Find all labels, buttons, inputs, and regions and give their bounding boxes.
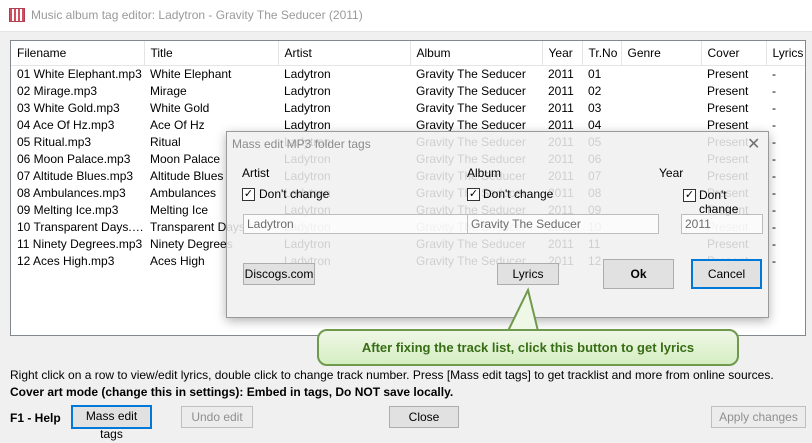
cell-lyrics: -: [772, 236, 776, 251]
cancel-button[interactable]: Cancel: [691, 259, 762, 289]
cell-artist: Ladytron: [284, 83, 331, 98]
cell-filename: 08 Ambulances.mp3: [17, 185, 126, 200]
cell-year: 2011: [548, 66, 574, 81]
cell-filename: 09 Melting Ice.mp3: [17, 202, 119, 217]
window-title: Music album tag editor: Ladytron - Gravi…: [31, 8, 363, 22]
cell-filename: 03 White Gold.mp3: [17, 100, 120, 115]
cell-year: 2011: [548, 100, 574, 115]
artist-input[interactable]: Ladytron: [243, 214, 468, 234]
cell-track-number: 03: [588, 100, 602, 115]
apply-changes-button[interactable]: Apply changes: [711, 406, 806, 428]
cell-lyrics: -: [772, 202, 776, 217]
column-header-title[interactable]: Title: [144, 41, 279, 66]
cell-title: White Gold: [150, 100, 210, 115]
cell-filename: 11 Ninety Degrees.mp3: [17, 236, 143, 251]
status-hint: Right click on a row to view/edit lyrics…: [10, 368, 774, 382]
cell-lyrics: -: [772, 185, 776, 200]
cell-filename: 01 White Elephant.mp3: [17, 66, 142, 81]
ok-button[interactable]: Ok: [603, 259, 674, 289]
cell-cover: Present: [707, 83, 749, 98]
cell-filename: 07 Altitude Blues.mp3: [17, 168, 134, 183]
cell-cover: Present: [707, 100, 749, 115]
table-row[interactable]: 01 White Elephant.mp3 White Elephant Ladyt…: [11, 65, 805, 83]
cell-track-number: 02: [588, 83, 602, 98]
mass-edit-dialog: Mass edit MP3 folder tags ✕ Artist Album…: [226, 131, 769, 318]
column-header-artist[interactable]: Artist: [278, 41, 411, 66]
cell-album: Gravity The Seducer: [416, 83, 526, 98]
year-input[interactable]: 2011: [681, 214, 763, 234]
artist-label: Artist: [242, 166, 270, 180]
cell-filename: 02 Mirage.mp3: [17, 83, 98, 98]
column-header-genre[interactable]: Genre: [621, 41, 702, 66]
column-header-track-number[interactable]: Tr.No: [582, 41, 622, 66]
column-header-filename[interactable]: Filename: [11, 41, 145, 66]
year-dont-change-checkbox[interactable]: ✓: [683, 189, 696, 202]
undo-edit-button[interactable]: Undo edit: [181, 406, 253, 428]
cell-lyrics: -: [772, 100, 776, 115]
table-row[interactable]: 03 White Gold.mp3 White Gold Ladytron Gravi…: [11, 100, 805, 117]
column-header-album[interactable]: Album: [410, 41, 543, 66]
cell-album: Gravity The Seducer: [416, 100, 526, 115]
table-row[interactable]: 02 Mirage.mp3 Mirage Ladytron Gravity The S…: [11, 83, 805, 100]
lyrics-button[interactable]: Lyrics: [497, 263, 559, 285]
artist-dont-change-label: Don't change: [259, 187, 330, 201]
help-label: F1 - Help: [10, 411, 61, 425]
cell-lyrics: -: [772, 117, 776, 132]
cell-filename: 04 Ace Of Hz.mp3: [17, 117, 115, 132]
cell-lyrics: -: [772, 134, 776, 149]
discogs-button[interactable]: Discogs.com: [243, 263, 315, 285]
cell-title: White Elephant: [150, 66, 232, 81]
cell-lyrics: -: [772, 66, 776, 81]
cell-genre: [621, 65, 701, 83]
cell-filename: 12 Aces High.mp3: [17, 253, 115, 268]
cell-lyrics: -: [772, 168, 776, 183]
album-label: Album: [467, 166, 502, 180]
dialog-close-icon[interactable]: ✕: [747, 134, 760, 154]
cell-album: Gravity The Seducer: [416, 66, 526, 81]
cover-mode-text: Cover art mode (change this in settings)…: [10, 385, 454, 399]
album-dont-change-label: Don't change: [483, 187, 554, 201]
cell-filename: 06 Moon Palace.mp3: [17, 151, 131, 166]
cell-genre: [621, 83, 701, 100]
callout-text: After fixing the track list, click this …: [361, 340, 695, 355]
cell-track-number: 01: [588, 66, 602, 81]
artist-dont-change-checkbox[interactable]: ✓: [242, 188, 255, 201]
cell-lyrics: -: [772, 253, 776, 268]
cell-filename: 05 Ritual.mp3: [17, 134, 92, 149]
cell-lyrics: -: [772, 83, 776, 98]
cell-artist: Ladytron: [284, 100, 331, 115]
year-dont-change-label: Don't change: [699, 188, 739, 216]
table-header-row: Filename Title Artist Album Year Tr.No G…: [11, 41, 805, 66]
app-icon: [9, 8, 25, 22]
column-header-lyrics[interactable]: Lyrics: [766, 41, 805, 66]
close-button[interactable]: Close: [389, 406, 459, 428]
cell-cover: Present: [707, 66, 749, 81]
cell-year: 2011: [548, 83, 574, 98]
dialog-title: Mass edit MP3 folder tags: [232, 137, 371, 151]
lyrics-callout: After fixing the track list, click this …: [317, 329, 739, 366]
cell-filename: 10 Transparent Days.mp3: [17, 219, 144, 234]
title-bar: Music album tag editor: Ladytron - Gravi…: [0, 0, 812, 32]
cell-lyrics: -: [772, 219, 776, 234]
cell-genre: [621, 100, 701, 117]
album-input[interactable]: Gravity The Seducer: [467, 214, 659, 234]
column-header-year[interactable]: Year: [542, 41, 583, 66]
cell-artist: Ladytron: [284, 66, 331, 81]
cell-title: Mirage: [150, 83, 187, 98]
column-header-cover[interactable]: Cover: [701, 41, 767, 66]
album-dont-change-checkbox[interactable]: ✓: [467, 188, 480, 201]
cell-lyrics: -: [772, 151, 776, 166]
mass-edit-tags-button[interactable]: Mass edit tags: [71, 405, 152, 441]
year-label: Year: [659, 166, 684, 180]
